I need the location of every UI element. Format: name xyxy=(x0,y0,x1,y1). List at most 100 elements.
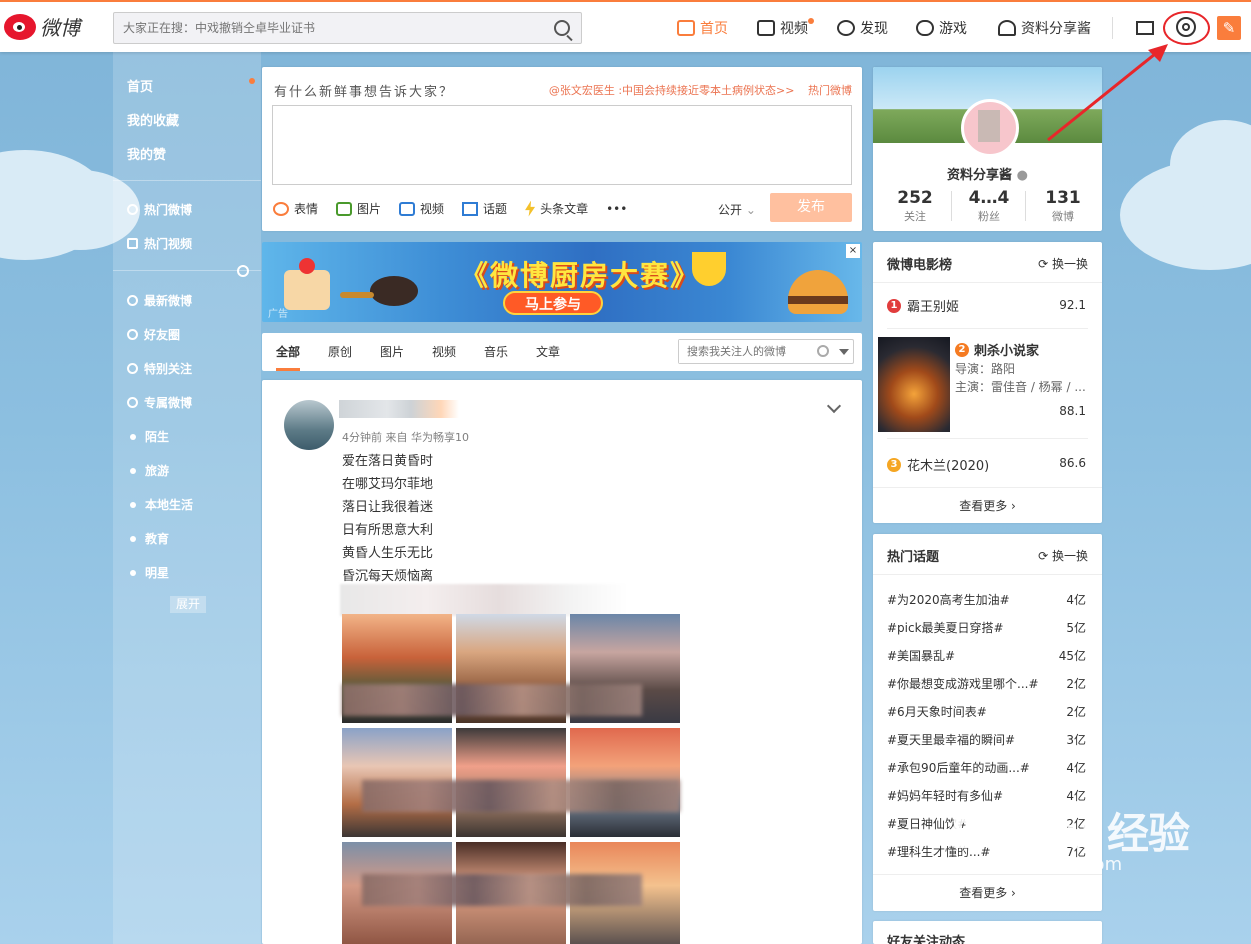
banner-join-button[interactable]: 马上参与 xyxy=(503,291,603,315)
nav-games[interactable]: 游戏 xyxy=(916,18,967,38)
topic-item[interactable]: #夏天里最幸福的瞬间# xyxy=(887,731,1015,748)
sidebar-item-stars[interactable]: 明星 xyxy=(127,564,169,581)
stat-value: 4…4 xyxy=(968,188,1010,208)
chevron-down-icon[interactable] xyxy=(839,349,849,355)
view-more-link[interactable]: 查看更多 › xyxy=(873,497,1102,514)
tool-label: 话题 xyxy=(483,202,508,216)
refresh-button[interactable]: ⟳ 换一换 xyxy=(1038,255,1088,272)
topic-item[interactable]: #你最想变成游戏里哪个...# xyxy=(887,675,1039,692)
emoji-button[interactable]: 表情 xyxy=(273,200,318,217)
expand-button[interactable]: 展开 xyxy=(170,596,206,613)
sidebar-item-friends[interactable]: 好友圈 xyxy=(127,326,180,343)
more-button[interactable]: ••• xyxy=(606,200,627,217)
tab-all[interactable]: 全部 xyxy=(276,343,300,360)
weibo-eye-icon xyxy=(4,13,36,40)
topic-item[interactable]: #承包90后童年的动画...# xyxy=(887,759,1030,776)
image-button[interactable]: 图片 xyxy=(336,200,381,217)
sidebar-divider xyxy=(113,180,261,181)
search-input[interactable] xyxy=(114,13,534,43)
tool-label: 视频 xyxy=(420,202,445,216)
avatar[interactable] xyxy=(284,400,334,450)
movie-item[interactable]: 2 刺杀小说家 xyxy=(955,340,1039,359)
sidebar-item-hot-weibo[interactable]: 热门微博 xyxy=(127,201,192,218)
refresh-button[interactable]: ⟳ 换一换 xyxy=(1038,547,1088,564)
eye-icon xyxy=(127,363,138,374)
visibility-dropdown[interactable]: 公开 ⌄ xyxy=(718,201,756,218)
sidebar-item-favorites[interactable]: 我的收藏 xyxy=(127,110,179,129)
sidebar-item-strangers[interactable]: 陌生 xyxy=(127,428,169,445)
burger-illustration xyxy=(788,270,848,314)
hot-weibo-link[interactable]: 热门微博 xyxy=(808,84,852,97)
hot-topics-title: 热门话题 xyxy=(887,550,940,565)
compose-edit-icon[interactable]: ✎ xyxy=(1217,16,1241,40)
stat-posts[interactable]: 131 微博 xyxy=(1025,188,1101,224)
ad-banner[interactable]: 《微博厨房大赛》 马上参与 广告 × xyxy=(262,242,862,322)
sidebar-item-label: 特别关注 xyxy=(144,362,193,376)
mosaic-blur xyxy=(362,874,642,906)
topic-item[interactable]: #为2020高考生加油# xyxy=(887,591,1010,608)
topic-item[interactable]: #6月天象时间表# xyxy=(887,703,987,720)
topic-item[interactable]: #美国暴乱# xyxy=(887,647,955,664)
sidebar-item-likes[interactable]: 我的赞 xyxy=(127,144,166,163)
chevron-down-icon: ⌄ xyxy=(745,203,756,217)
blurred-text xyxy=(340,584,628,616)
movie-item[interactable]: 3 花木兰(2020) xyxy=(887,455,989,474)
refresh-icon: ⟳ xyxy=(1038,549,1049,563)
movie-name: 花木兰(2020) xyxy=(907,459,990,474)
sidebar-item-exclusive[interactable]: 专属微博 xyxy=(127,394,192,411)
topic-button[interactable]: 话题 xyxy=(462,200,507,217)
avatar[interactable] xyxy=(961,99,1019,157)
nav-video[interactable]: 视频 xyxy=(757,18,808,38)
sidebar-item-hot-video[interactable]: 热门视频 xyxy=(127,235,192,252)
nav-discover[interactable]: 发现 xyxy=(837,18,888,38)
post-line: 在哪艾玛尔菲地 xyxy=(342,477,434,492)
profile-name[interactable]: 资料分享酱 ● xyxy=(873,164,1102,183)
tab-original[interactable]: 原创 xyxy=(328,343,352,360)
movie-chart-card: 微博电影榜 ⟳ 换一换 1 霸王别姬 92.1 2 刺杀小说家 导演：路阳 主演：雷… xyxy=(873,242,1102,523)
feed-search-input[interactable] xyxy=(679,340,809,363)
sidebar-item-home[interactable]: 首页 xyxy=(127,76,153,95)
view-more-link[interactable]: 查看更多 › xyxy=(873,884,1102,901)
rank-badge: 2 xyxy=(955,342,969,357)
topic-item[interactable]: #pick最美夏日穿搭# xyxy=(887,619,1004,636)
divider xyxy=(887,328,1088,329)
weibo-logo[interactable]: 微博 xyxy=(4,12,80,41)
chevron-down-icon[interactable] xyxy=(826,398,842,414)
search-icon[interactable] xyxy=(554,20,570,36)
post-line: 落日让我很着迷 xyxy=(342,500,434,515)
tab-music[interactable]: 音乐 xyxy=(484,343,508,360)
search-icon[interactable] xyxy=(817,345,829,357)
sidebar-item-local[interactable]: 本地生活 xyxy=(127,496,193,513)
nav-home[interactable]: 首页 xyxy=(677,18,728,38)
article-button[interactable]: 头条文章 xyxy=(525,200,588,217)
mail-icon[interactable] xyxy=(1136,21,1154,35)
refresh-icon: ⟳ xyxy=(1038,257,1049,271)
sidebar-item-travel[interactable]: 旅游 xyxy=(127,462,169,479)
sidebar-item-education[interactable]: 教育 xyxy=(127,530,169,547)
nav-video-label: 视频 xyxy=(780,21,808,37)
gamepad-icon xyxy=(916,20,934,36)
rank-badge: 3 xyxy=(887,457,901,472)
nav-separator xyxy=(1112,17,1113,39)
movie-item[interactable]: 1 霸王别姬 xyxy=(887,296,959,315)
tool-label: 头条文章 xyxy=(540,202,589,216)
tab-videos[interactable]: 视频 xyxy=(432,343,456,360)
composer-textarea[interactable] xyxy=(272,105,852,185)
tab-images[interactable]: 图片 xyxy=(380,343,404,360)
home-notification-dot xyxy=(249,78,255,84)
stat-following[interactable]: 252 关注 xyxy=(877,188,953,224)
publish-button[interactable]: 发布 xyxy=(770,193,852,222)
gear-icon[interactable] xyxy=(237,265,249,277)
sidebar-item-latest[interactable]: 最新微博 xyxy=(127,292,192,309)
stat-followers[interactable]: 4…4 粉丝 xyxy=(951,188,1027,224)
author-name-blurred[interactable] xyxy=(339,400,459,418)
sidebar-item-label: 热门微博 xyxy=(144,203,193,217)
hot-topic-link[interactable]: @张文宏医生 :中国会持续接近零本土病例状态>> xyxy=(549,84,795,97)
movie-poster[interactable] xyxy=(878,337,950,432)
sidebar-item-special[interactable]: 特别关注 xyxy=(127,360,192,377)
video-button[interactable]: 视频 xyxy=(399,200,444,217)
nav-profile[interactable]: 资料分享酱 xyxy=(998,18,1091,38)
heart-icon xyxy=(127,329,138,340)
tab-articles[interactable]: 文章 xyxy=(536,343,560,360)
close-icon[interactable]: × xyxy=(846,244,860,258)
